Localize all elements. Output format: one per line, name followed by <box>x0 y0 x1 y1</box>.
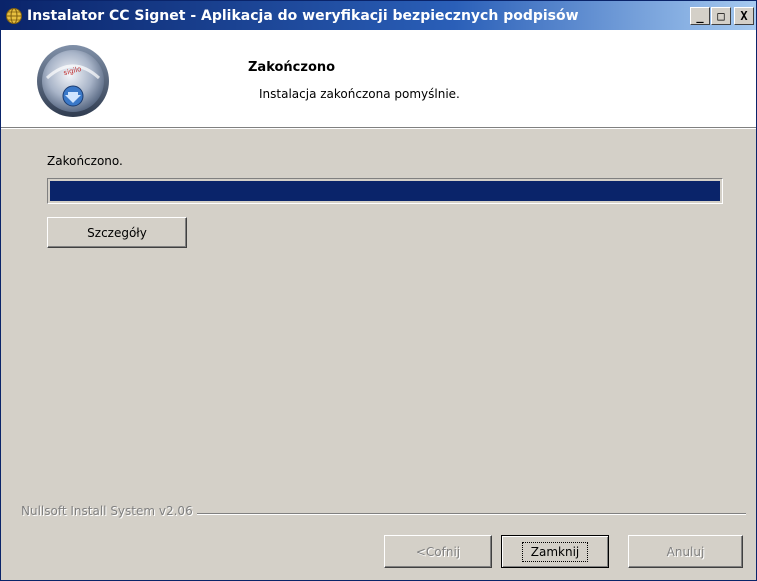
status-text: Zakończono. <box>47 154 123 168</box>
title-bar[interactable]: Instalator CC Signet - Aplikacja do wery… <box>1 1 756 30</box>
page-subtitle: Instalacja zakończona pomyślnie. <box>259 87 460 101</box>
close-window-button[interactable]: X <box>734 7 754 25</box>
progress-fill <box>50 181 720 201</box>
minimize-button[interactable]: _ <box>690 7 710 25</box>
progress-bar <box>47 178 723 204</box>
branding-text: Nullsoft Install System v2.06 <box>21 504 197 518</box>
header-band: sigilo Zakończono Instalacja zakończona … <box>1 30 756 129</box>
back-button[interactable]: <Cofnij <box>384 535 492 568</box>
close-button[interactable]: Zamknij <box>501 535 609 568</box>
close-button-label: Zamknij <box>521 541 589 562</box>
disc-download-icon: sigilo <box>37 45 109 117</box>
window-title: Instalator CC Signet - Aplikacja do wery… <box>27 7 579 24</box>
maximize-button[interactable]: □ <box>711 7 731 25</box>
installer-window: Instalator CC Signet - Aplikacja do wery… <box>0 0 757 581</box>
window-controls: _ □ X <box>689 7 754 25</box>
details-button[interactable]: Szczegóły <box>47 217 187 248</box>
installer-globe-icon <box>6 7 22 24</box>
page-title: Zakończono <box>248 60 336 75</box>
cancel-button[interactable]: Anuluj <box>628 535 743 568</box>
